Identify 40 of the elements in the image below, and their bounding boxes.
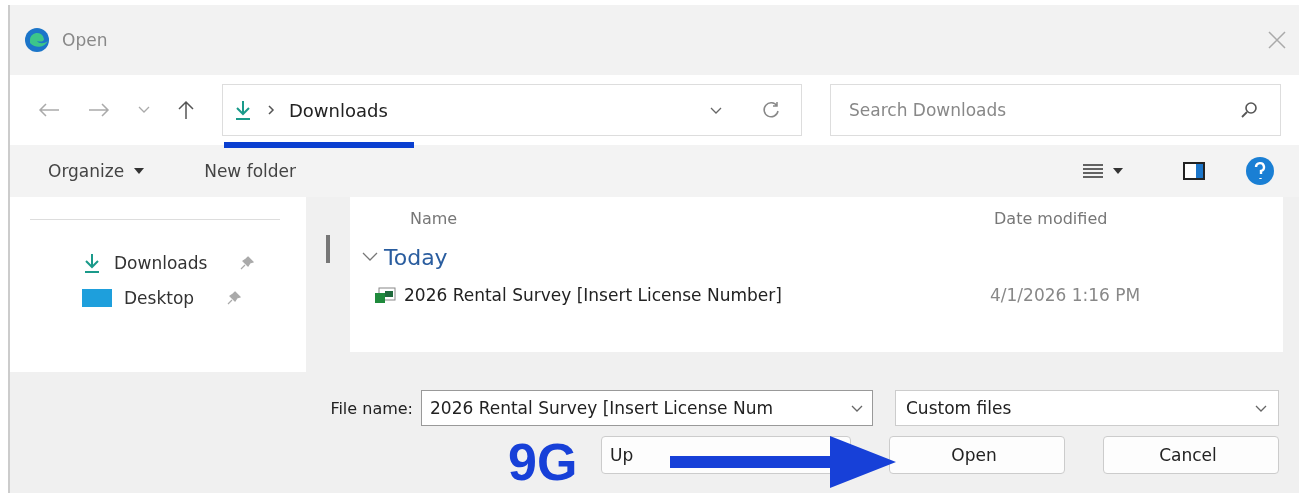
chevron-down-icon[interactable]	[850, 403, 864, 413]
annotation-label: 9G	[508, 432, 578, 492]
sidebar-item[interactable]: Desktop	[124, 288, 195, 308]
desktop-folder-icon	[82, 289, 112, 307]
window-title: Open	[62, 30, 109, 50]
browser-logo-icon	[24, 27, 50, 53]
dialog-button[interactable]: Open	[889, 436, 1065, 474]
search-icon[interactable]	[1240, 101, 1258, 119]
file-type-dropdown[interactable]: Custom files	[895, 390, 1279, 426]
group-header[interactable]: Today	[350, 239, 448, 275]
forward-arrow-icon[interactable]	[88, 103, 110, 117]
download-icon	[233, 99, 253, 121]
preview-pane-icon[interactable]	[1183, 162, 1205, 180]
spreadsheet-file-icon	[374, 286, 396, 304]
up-arrow-icon[interactable]	[178, 100, 194, 120]
file-name-label: File name:	[330, 398, 413, 418]
search-field[interactable]: Search Downloads	[830, 84, 1281, 136]
toolbar-command[interactable]: Organize	[48, 161, 145, 181]
refresh-icon[interactable]	[761, 100, 781, 120]
download-icon	[82, 252, 102, 274]
address-location[interactable]: Downloads	[289, 99, 695, 121]
file-name[interactable]: 2026 Rental Survey [Insert License Number]	[404, 285, 782, 305]
back-arrow-icon[interactable]	[38, 103, 60, 117]
chevron-right-icon	[267, 105, 275, 115]
sidebar-item[interactable]: Downloads	[114, 253, 208, 273]
column-header[interactable]: Name	[350, 208, 980, 228]
caret-down-icon[interactable]	[134, 168, 145, 174]
pin-icon[interactable]	[239, 255, 256, 271]
file-name-field[interactable]: 2026 Rental Survey [Insert License Num	[421, 390, 873, 426]
help-icon[interactable]	[1245, 156, 1275, 186]
toolbar-command[interactable]: New folder	[204, 161, 296, 181]
pin-icon[interactable]	[226, 290, 243, 306]
chevron-down-icon[interactable]	[1254, 403, 1268, 413]
chevron-down-icon[interactable]	[709, 105, 723, 115]
column-header[interactable]: Date modified	[980, 208, 1280, 228]
file-date: 4/1/2026 1:16 PM	[989, 285, 1141, 305]
view-list-icon[interactable]	[1083, 163, 1123, 179]
scrollbar-thumb-icon[interactable]	[326, 235, 330, 263]
chevron-icon[interactable]	[362, 252, 378, 262]
dialog-button[interactable]: Cancel	[1103, 436, 1279, 474]
